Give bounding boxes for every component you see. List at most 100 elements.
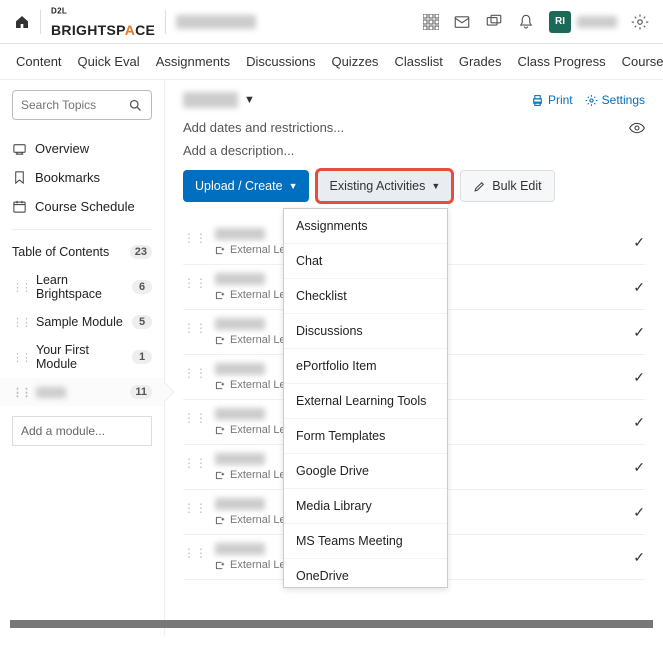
gear-icon	[585, 94, 598, 107]
check-icon: ✓	[633, 318, 645, 341]
toc-label: Table of Contents	[12, 245, 109, 259]
check-icon: ✓	[633, 363, 645, 386]
activity-option-eportfolio-item[interactable]: ePortfolio Item	[284, 349, 447, 384]
pencil-icon	[473, 180, 486, 193]
drag-handle-icon[interactable]: ⋮⋮	[12, 316, 30, 329]
footer-bar	[10, 620, 653, 628]
chevron-down-icon: ▼	[431, 181, 440, 191]
toc-item-count: 11	[130, 385, 152, 399]
nav-classlist[interactable]: Classlist	[394, 54, 442, 69]
existing-activities-button[interactable]: Existing Activities ▼	[317, 170, 452, 202]
messages-icon[interactable]	[485, 13, 503, 31]
toc-item-sample-module[interactable]: ⋮⋮Sample Module 5	[12, 308, 152, 336]
external-tool-icon	[215, 515, 226, 526]
gear-icon[interactable]	[631, 13, 649, 31]
content-item-title[interactable]: x	[215, 453, 265, 465]
visibility-icon[interactable]	[629, 122, 645, 134]
content-item-title[interactable]: x	[215, 498, 265, 510]
nav-content[interactable]: Content	[16, 54, 62, 69]
toc-item-label: x	[36, 387, 66, 398]
existing-activities-menu: AssignmentsChatChecklistDiscussionsePort…	[283, 208, 448, 588]
nav-grades[interactable]: Grades	[459, 54, 502, 69]
sidebar-schedule[interactable]: Course Schedule	[12, 192, 152, 221]
drag-handle-icon[interactable]: ⋮⋮	[12, 386, 30, 399]
nav-quick-eval[interactable]: Quick Eval	[78, 54, 140, 69]
drag-handle-icon[interactable]: ⋮⋮	[183, 228, 207, 245]
toc-item-count: 5	[132, 315, 152, 329]
check-icon: ✓	[633, 273, 645, 296]
drag-handle-icon[interactable]: ⋮⋮	[12, 351, 30, 364]
nav-discussions[interactable]: Discussions	[246, 54, 315, 69]
activity-option-checklist[interactable]: Checklist	[284, 279, 447, 314]
print-button[interactable]: Print	[531, 93, 573, 107]
search-icon[interactable]	[128, 98, 143, 113]
divider	[40, 10, 41, 34]
nav-class-progress[interactable]: Class Progress	[517, 54, 605, 69]
content-sidebar: Overview Bookmarks Course Schedule Table…	[0, 80, 165, 635]
settings-button[interactable]: Settings	[585, 93, 645, 107]
toc-item-learn-brightspace[interactable]: ⋮⋮ Learn Brightspace 6	[12, 266, 152, 308]
drag-handle-icon[interactable]: ⋮⋮	[183, 363, 207, 380]
activity-option-discussions[interactable]: Discussions	[284, 314, 447, 349]
upload-create-button[interactable]: Upload / Create ▼	[183, 170, 309, 202]
activity-option-chat[interactable]: Chat	[284, 244, 447, 279]
toc-item-count: 1	[132, 350, 152, 364]
search-input[interactable]	[21, 98, 128, 112]
external-tool-icon	[215, 290, 226, 301]
activity-option-assignments[interactable]: Assignments	[284, 209, 447, 244]
toc-item-count: 6	[132, 280, 152, 294]
toc-item-label: Learn Brightspace	[36, 273, 132, 301]
sidebar-overview[interactable]: Overview	[12, 134, 152, 163]
bell-icon[interactable]	[517, 13, 535, 31]
activity-option-form-templates[interactable]: Form Templates	[284, 419, 447, 454]
chevron-down-icon[interactable]: ▼	[244, 94, 255, 106]
content-item-title[interactable]: x	[215, 228, 265, 240]
app-grid-icon[interactable]	[423, 14, 439, 30]
toc-header[interactable]: Table of Contents 23	[12, 238, 152, 266]
drag-handle-icon[interactable]: ⋮⋮	[12, 281, 30, 294]
external-tool-icon	[215, 245, 226, 256]
chevron-down-icon: ▼	[289, 181, 298, 191]
drag-handle-icon[interactable]: ⋮⋮	[183, 498, 207, 515]
toc-count-badge: 23	[130, 245, 152, 259]
activity-option-google-drive[interactable]: Google Drive	[284, 454, 447, 489]
content-item-title[interactable]: x	[215, 543, 265, 555]
content-item-title[interactable]: x	[215, 273, 265, 285]
nav-course-tools[interactable]: Course Tools▼	[622, 54, 663, 69]
activity-option-media-library[interactable]: Media Library	[284, 489, 447, 524]
home-icon[interactable]	[14, 14, 30, 30]
user-avatar[interactable]: RI	[549, 11, 571, 33]
toc-item-first-module[interactable]: ⋮⋮Your First Module 1	[12, 336, 152, 378]
bulk-edit-button[interactable]: Bulk Edit	[460, 170, 554, 202]
toc-item-active[interactable]: ⋮⋮ x 11	[0, 378, 164, 406]
sidebar-overview-label: Overview	[35, 141, 89, 156]
mail-icon[interactable]	[453, 13, 471, 31]
add-description-link[interactable]: Add a description...	[183, 143, 645, 158]
external-tool-icon	[215, 470, 226, 481]
sidebar-bookmarks[interactable]: Bookmarks	[12, 163, 152, 192]
external-tool-icon	[215, 335, 226, 346]
course-title[interactable]: xxxx	[176, 15, 256, 29]
brand-logo[interactable]: D2L BRIGHTSPACE	[51, 6, 155, 38]
activity-option-ms-teams-meeting[interactable]: MS Teams Meeting	[284, 524, 447, 559]
nav-assignments[interactable]: Assignments	[156, 54, 230, 69]
drag-handle-icon[interactable]: ⋮⋮	[183, 408, 207, 425]
drag-handle-icon[interactable]: ⋮⋮	[183, 453, 207, 470]
search-topics[interactable]	[12, 90, 152, 120]
content-item-title[interactable]: x	[215, 408, 265, 420]
activity-option-onedrive[interactable]: OneDrive	[284, 559, 447, 588]
divider	[165, 10, 166, 34]
drag-handle-icon[interactable]: ⋮⋮	[183, 273, 207, 290]
calendar-icon	[12, 199, 27, 214]
content-item-title[interactable]: x	[215, 363, 265, 375]
add-module-input[interactable]: Add a module...	[12, 416, 152, 446]
content-item-title[interactable]: x	[215, 318, 265, 330]
content-main: xxx ▼ Print Settings Add dates and restr…	[165, 80, 663, 635]
drag-handle-icon[interactable]: ⋮⋮	[183, 543, 207, 560]
nav-quizzes[interactable]: Quizzes	[331, 54, 378, 69]
activity-option-external-learning-tools[interactable]: External Learning Tools	[284, 384, 447, 419]
user-name[interactable]: xx	[577, 16, 617, 28]
module-title[interactable]: xxx	[183, 92, 238, 108]
drag-handle-icon[interactable]: ⋮⋮	[183, 318, 207, 335]
add-dates-link[interactable]: Add dates and restrictions...	[183, 120, 344, 135]
